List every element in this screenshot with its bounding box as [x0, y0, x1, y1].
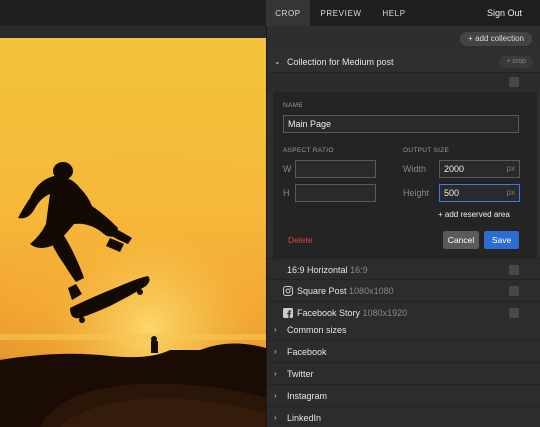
tab-crop[interactable]: CROP	[266, 0, 310, 26]
aspect-h-input[interactable]	[295, 184, 376, 202]
tab-help[interactable]: HELP	[372, 0, 416, 26]
collection-row[interactable]: › LinkedIn	[267, 407, 540, 427]
preset-name: Facebook Story	[297, 308, 361, 318]
width-label: Width	[403, 164, 427, 174]
preset-dim: 1080x1080	[349, 286, 394, 296]
chevron-right-icon[interactable]: ›	[274, 325, 277, 334]
chevron-right-icon[interactable]: ›	[274, 369, 277, 378]
top-bar: CROP PREVIEW HELP Sign Out	[0, 0, 540, 26]
sign-out-link[interactable]: Sign Out	[487, 0, 522, 26]
h-label: H	[283, 188, 290, 198]
photo-canvas[interactable]	[0, 38, 266, 427]
collection-name: Facebook	[287, 347, 327, 357]
width-unit: px	[506, 164, 515, 173]
height-input[interactable]: 500 px	[439, 184, 520, 202]
preset-dim: 16:9	[350, 265, 368, 275]
aspect-ratio-label: ASPECT RATIO	[283, 147, 334, 154]
collection-header[interactable]: ⌄ Collection for Medium post + crop	[267, 51, 540, 73]
collection-row[interactable]: › Instagram	[267, 385, 540, 407]
canvas-header	[0, 0, 266, 26]
cancel-button[interactable]: Cancel	[443, 231, 479, 249]
chevron-right-icon[interactable]: ›	[274, 391, 277, 400]
preset-name: Square Post	[297, 286, 347, 296]
add-reserved-area-link[interactable]: + add reserved area	[438, 210, 510, 219]
delete-button[interactable]: Delete	[288, 235, 313, 245]
collection-name: LinkedIn	[287, 413, 322, 423]
crop-edit-form: NAME Main Page ASPECT RATIO W H OUTPUT S…	[273, 92, 537, 260]
preset-name: 16:9 Horizontal	[287, 265, 348, 275]
collection-row[interactable]: › Facebook	[267, 341, 540, 363]
chevron-down-icon[interactable]: ⌄	[274, 57, 281, 66]
crop-panel: + add collection ⌄ Collection for Medium…	[266, 26, 540, 427]
name-label: NAME	[283, 102, 303, 109]
preset-checkbox[interactable]	[509, 286, 519, 296]
collection-checkbox[interactable]	[509, 77, 519, 87]
save-button[interactable]: Save	[484, 231, 519, 249]
aspect-w-input[interactable]	[295, 160, 376, 178]
add-crop-button[interactable]: + crop	[499, 56, 533, 68]
collection-select-row	[267, 73, 540, 92]
collection-row[interactable]: › Twitter	[267, 363, 540, 385]
add-collection-button[interactable]: + add collection	[460, 32, 532, 46]
instagram-icon	[283, 286, 293, 296]
tab-preview[interactable]: PREVIEW	[314, 0, 368, 26]
chevron-right-icon[interactable]: ›	[274, 347, 277, 356]
collection-name: Common sizes	[287, 325, 347, 335]
collection-name: Instagram	[287, 391, 328, 401]
collection-title: Collection for Medium post	[287, 57, 394, 67]
preset-checkbox[interactable]	[509, 265, 519, 275]
w-label: W	[283, 164, 292, 174]
width-value: 2000	[444, 164, 465, 174]
name-input[interactable]: Main Page	[283, 115, 519, 133]
width-input[interactable]: 2000 px	[439, 160, 520, 178]
height-label: Height	[403, 188, 430, 198]
output-size-label: OUTPUT SIZE	[403, 147, 450, 154]
preset-checkbox[interactable]	[509, 308, 519, 318]
facebook-icon	[283, 308, 293, 318]
preset-dim: 1080x1920	[362, 308, 408, 318]
collection-row[interactable]: › Common sizes	[267, 319, 540, 341]
collection-name: Twitter	[287, 369, 314, 379]
skateboarder-photo	[0, 38, 266, 427]
height-unit: px	[506, 188, 515, 197]
preset-row[interactable]: Square Post 1080x1080	[267, 280, 540, 302]
height-value: 500	[444, 188, 460, 198]
preset-row[interactable]: 16:9 Horizontal 16:9	[267, 258, 540, 280]
chevron-right-icon[interactable]: ›	[274, 413, 277, 422]
